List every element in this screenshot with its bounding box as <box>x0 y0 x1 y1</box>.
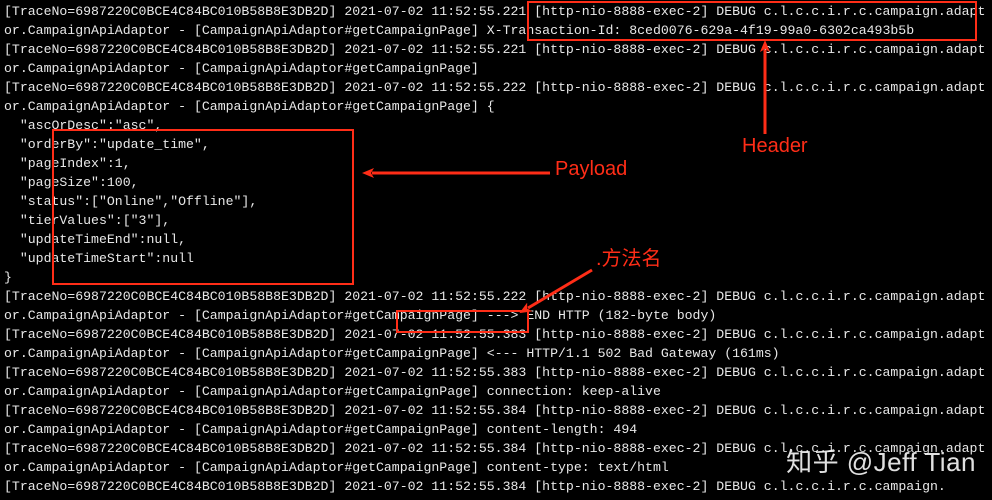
payload-line: "pageSize":100, <box>4 175 139 190</box>
terminal: [TraceNo=6987220C0BCE4C84BC010B58B8E3DB2… <box>0 0 992 500</box>
payload-line: "updateTimeStart":null <box>4 251 194 266</box>
log-line: [TraceNo=6987220C0BCE4C84BC010B58B8E3DB2… <box>4 80 985 114</box>
payload-line: "status":["Online","Offline"], <box>4 194 257 209</box>
payload-line: "orderBy":"update_time", <box>4 137 210 152</box>
payload-line: "updateTimeEnd":null, <box>4 232 186 247</box>
log-line: [TraceNo=6987220C0BCE4C84BC010B58B8E3DB2… <box>4 4 985 38</box>
payload-line: "tierValues":["3"], <box>4 213 170 228</box>
log-line: [TraceNo=6987220C0BCE4C84BC010B58B8E3DB2… <box>4 42 985 76</box>
log-line: [TraceNo=6987220C0BCE4C84BC010B58B8E3DB2… <box>4 289 985 323</box>
log-line: [TraceNo=6987220C0BCE4C84BC010B58B8E3DB2… <box>4 327 985 361</box>
payload-line: } <box>4 270 12 285</box>
log-line: [TraceNo=6987220C0BCE4C84BC010B58B8E3DB2… <box>4 403 985 437</box>
log-line: [TraceNo=6987220C0BCE4C84BC010B58B8E3DB2… <box>4 479 946 494</box>
payload-line: "pageIndex":1, <box>4 156 131 171</box>
log-line: [TraceNo=6987220C0BCE4C84BC010B58B8E3DB2… <box>4 365 985 399</box>
log-line: [TraceNo=6987220C0BCE4C84BC010B58B8E3DB2… <box>4 441 985 475</box>
payload-line: "ascOrDesc":"asc", <box>4 118 162 133</box>
